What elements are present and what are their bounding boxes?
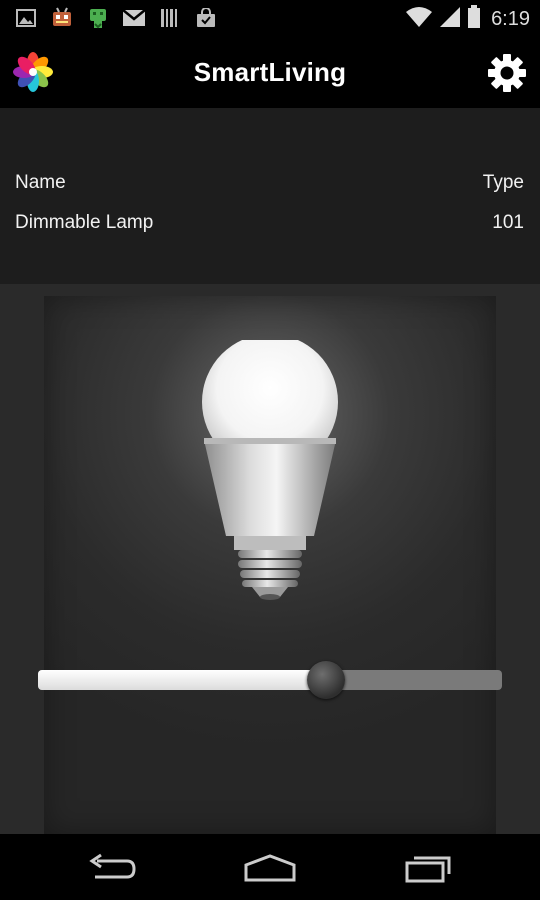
shopping-bag-icon — [194, 6, 218, 30]
android-bot-icon — [50, 6, 74, 30]
battery-icon — [467, 5, 481, 34]
app-title: SmartLiving — [193, 57, 347, 87]
slider-fill — [38, 670, 326, 690]
gear-icon[interactable] — [486, 52, 528, 94]
signal-icon — [439, 6, 461, 33]
navigation-bar — [0, 834, 540, 900]
device-info-panel: Name Type Dimmable Lamp 101 — [0, 108, 540, 284]
slider-thumb[interactable] — [306, 661, 345, 699]
action-bar: SmartLiving — [0, 38, 540, 108]
status-time: 6:19 — [491, 8, 530, 30]
lamp-control-area — [0, 284, 540, 834]
device-name-value: Dimmable Lamp — [15, 212, 154, 233]
gmail-icon — [122, 6, 146, 30]
device-type-value: 101 — [492, 212, 524, 233]
light-bulb-icon[interactable] — [190, 334, 350, 600]
dimmer-slider[interactable] — [38, 661, 502, 699]
system-status: 6:19 — [405, 5, 530, 34]
wifi-icon — [405, 6, 433, 33]
android-download-icon — [86, 6, 110, 30]
back-icon[interactable] — [82, 848, 142, 888]
status-bar: 6:19 — [0, 0, 540, 38]
notification-icons — [14, 6, 218, 30]
type-label: Type — [482, 172, 524, 193]
home-icon[interactable] — [240, 848, 300, 888]
name-label: Name — [15, 172, 66, 193]
gallery-icon — [14, 6, 38, 30]
barcode-icon — [158, 6, 182, 30]
recent-apps-icon[interactable] — [398, 848, 458, 888]
